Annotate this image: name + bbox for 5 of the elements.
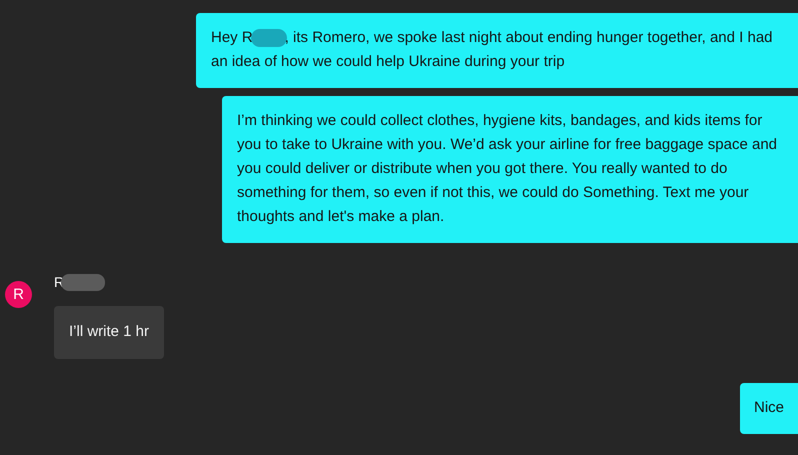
message-text: Hey R , its Romero, we spoke last night about ending hunger together, and I had an idea of how we could help Ukraine during your trip (211, 28, 774, 72)
avatar: R (5, 281, 32, 308)
message-text: I’ll write 1 hr (69, 322, 150, 342)
message-text: I’m thinking we could collect clothes, hygiene kits, bandages, and kids items for you to take to Ukraine with you. We’d ask your airline for free baggage space and you could deliver or distribute when you got there. You really wanted to do something for them, so even if not this, we could do Something. Text me your thoughts and let's make a plan. (237, 111, 778, 227)
message-text: Nice (754, 398, 784, 418)
